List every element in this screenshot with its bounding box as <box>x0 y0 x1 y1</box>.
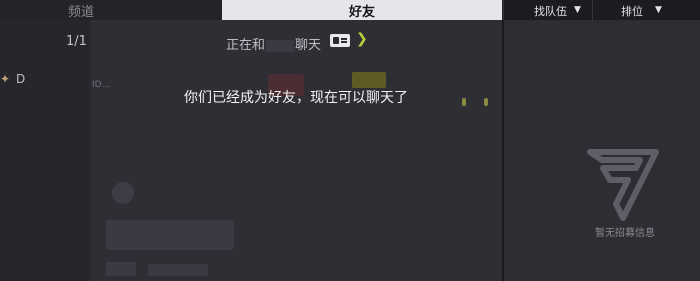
chat-status: 正在和 聊天 <box>226 34 321 53</box>
chevron-right-icon[interactable]: ❯ <box>356 31 368 47</box>
hidden-name-mask <box>266 39 295 52</box>
find-team-dropdown[interactable]: 找队伍 ▼ <box>503 0 592 20</box>
friend-avatar-icon[interactable]: ✦ <box>0 72 10 86</box>
rank-dropdown[interactable]: 排位 ▼ <box>592 0 700 20</box>
chat-status-suffix: 聊天 <box>295 38 322 53</box>
blurred-input <box>106 220 234 250</box>
tab-channel-label: 频道 <box>68 5 95 20</box>
tab-friends-label: 好友 <box>348 5 375 20</box>
chevron-down-icon: ▼ <box>574 5 581 15</box>
chat-sidebar <box>0 20 90 281</box>
friend-row-letter: D <box>16 72 26 86</box>
blurred-avatar <box>112 182 134 204</box>
chat-status-prefix: 正在和 <box>226 38 266 53</box>
find-team-label: 找队伍 <box>534 5 567 18</box>
blurred-element <box>148 264 208 276</box>
tab-channel[interactable]: 频道 <box>0 0 222 20</box>
rank-label: 排位 <box>621 5 643 18</box>
tab-friends[interactable]: 好友 <box>222 0 502 20</box>
blurred-badge <box>352 72 386 88</box>
blurred-element <box>106 262 136 276</box>
game-logo-icon <box>587 149 659 221</box>
id-card-icon[interactable] <box>330 34 350 47</box>
empty-recruit-text: 暂无招募信息 <box>595 228 655 239</box>
page-count: 1/1 <box>66 34 87 49</box>
chevron-down-icon: ▼ <box>655 5 662 15</box>
